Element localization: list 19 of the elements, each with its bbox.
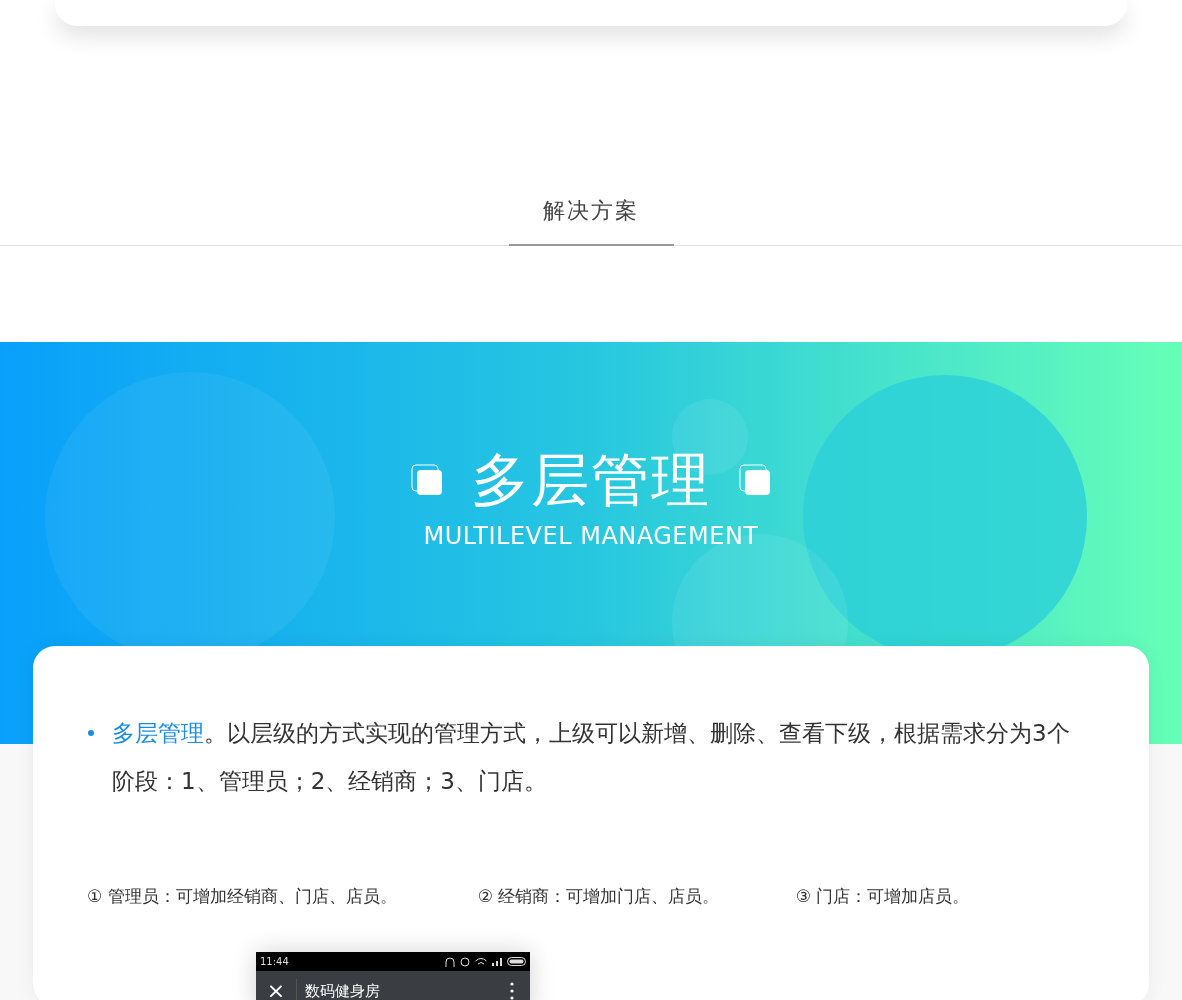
bullet-icon [88, 730, 94, 736]
banner-title: 多层管理 [471, 445, 711, 516]
app-title: 数码健身房 [305, 981, 381, 1000]
more-icon[interactable] [510, 982, 514, 1000]
banner-subtitle: MULTILEVEL MANAGEMENT [423, 522, 759, 550]
status-time: 11:44 [260, 956, 289, 967]
headphones-icon [445, 956, 455, 967]
square-icon [739, 464, 771, 496]
wifi-icon [475, 957, 487, 966]
close-button[interactable]: × [256, 979, 297, 1000]
battery-icon [507, 957, 526, 966]
level-text: ③ 门店：可增加店员。 [795, 885, 971, 908]
level-text: ② 经销商：可增加门店、店员。 [477, 885, 721, 908]
square-icon [411, 464, 443, 496]
intro-text: 多层管理。以层级的方式实现的管理方式，上级可以新增、删除、查看下级，根据需求分为3个阶段：1、管理员；2、经销商；3、门店。 [112, 719, 1071, 796]
alarm-icon [460, 956, 470, 967]
section-tab[interactable]: 解决方案 [508, 196, 674, 246]
signal-icon [492, 957, 502, 966]
level-text: ① 管理员：可增加经销商、门店、店员。 [87, 885, 398, 908]
